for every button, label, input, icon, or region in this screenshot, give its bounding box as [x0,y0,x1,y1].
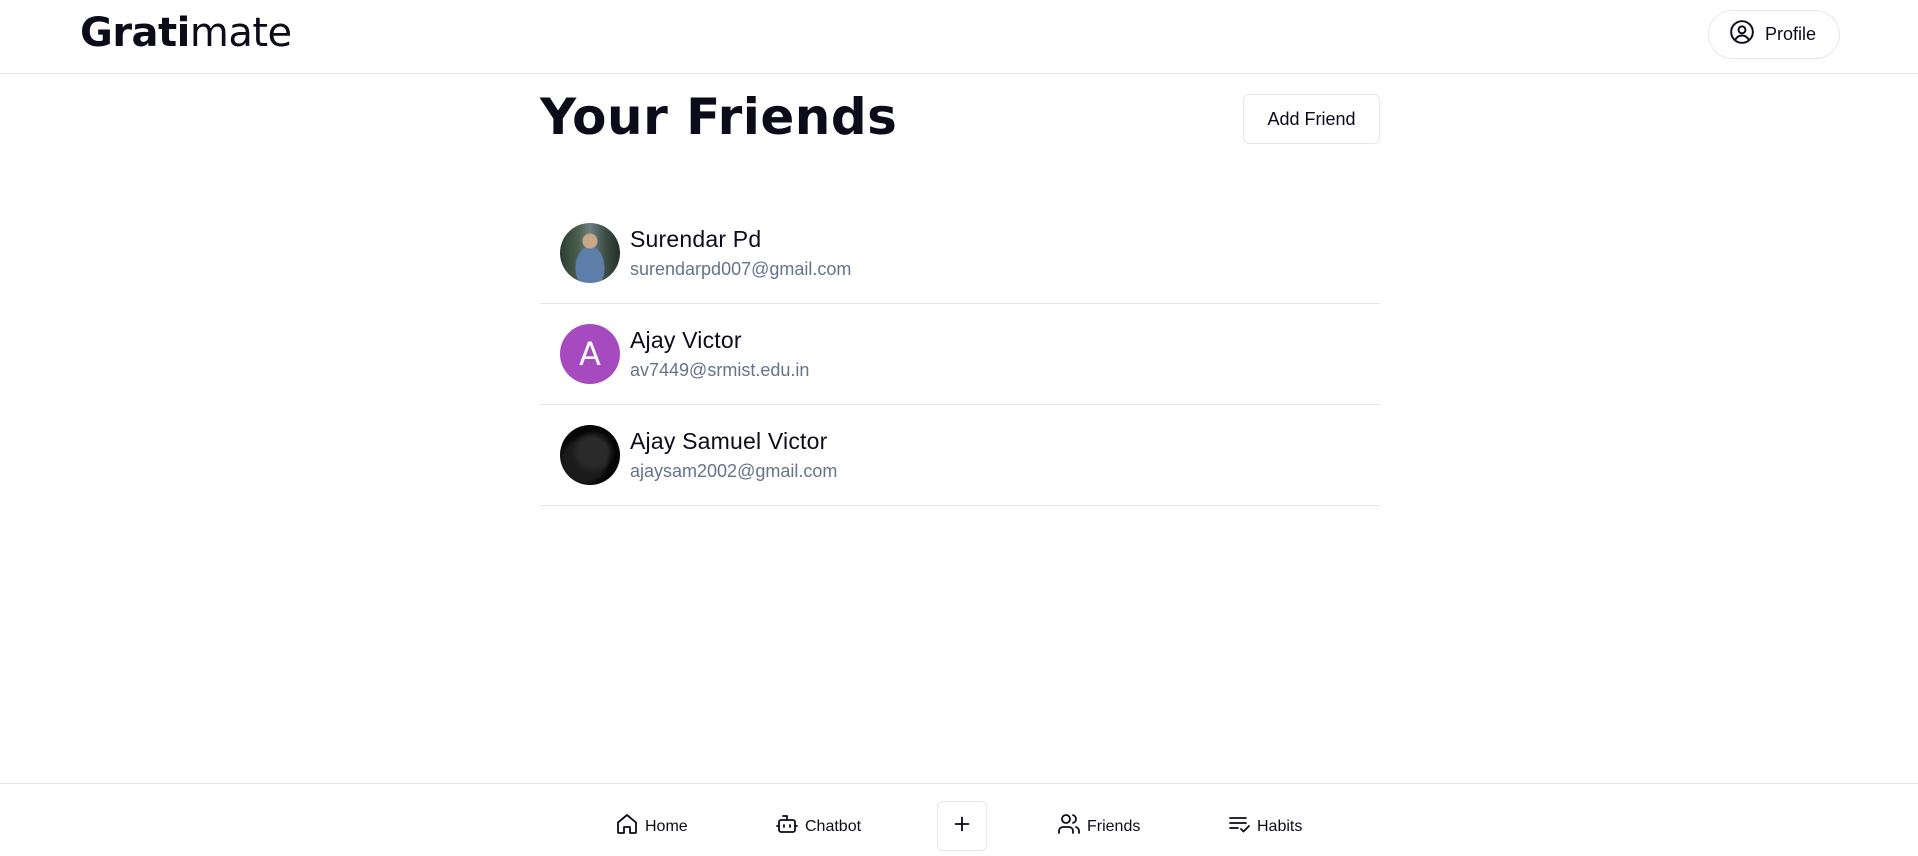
nav-habits-label: Habits [1257,817,1303,835]
friend-info: Ajay Victor av7449@srmist.edu.in [630,327,809,381]
friend-info: Surendar Pd surendarpd007@gmail.com [630,226,851,280]
friend-email: surendarpd007@gmail.com [630,259,852,279]
profile-button[interactable]: Profile [1708,10,1840,59]
user-circle-icon [1729,19,1755,50]
nav-home[interactable]: Home [615,812,688,841]
avatar [560,223,620,283]
nav-chatbot[interactable]: Chatbot [775,812,861,841]
add-button[interactable] [937,801,987,851]
profile-label: Profile [1765,24,1817,44]
friend-email: ajaysam2002@gmail.com [630,461,838,481]
plus-icon [951,813,973,840]
nav-chatbot-label: Chatbot [805,817,862,835]
logo-light-text: mate [189,10,292,56]
nav-home-label: Home [645,817,688,835]
avatar: A [560,324,620,384]
nav-friends[interactable]: Friends [1057,812,1140,841]
logo-bold-text: Grati [80,10,190,56]
list-check-icon [1227,812,1251,841]
friend-email: av7449@srmist.edu.in [630,360,810,380]
friend-name: Surendar Pd [630,226,762,252]
friend-list-item[interactable]: A Ajay Victor av7449@srmist.edu.in [540,304,1380,405]
app-root: Gratimate Profile Your Friends Add Frien… [0,0,1918,856]
avatar [560,425,620,485]
users-icon [1057,812,1081,841]
bottom-nav: Home Chatbot Friends Habits [0,783,1918,856]
page-title: Your Friends [540,88,898,146]
nav-friends-label: Friends [1087,817,1141,835]
friend-name: Ajay Victor [630,327,742,353]
friend-name: Ajay Samuel Victor [630,428,828,454]
top-header: Gratimate Profile [0,0,1918,74]
app-logo[interactable]: Gratimate [80,10,292,56]
friend-list-item[interactable]: Surendar Pd surendarpd007@gmail.com [540,203,1380,304]
add-friend-button[interactable]: Add Friend [1243,94,1380,144]
friend-info: Ajay Samuel Victor ajaysam2002@gmail.com [630,428,837,482]
home-icon [615,812,639,841]
friend-list-item[interactable]: Ajay Samuel Victor ajaysam2002@gmail.com [540,405,1380,506]
bot-icon [775,812,799,841]
nav-habits[interactable]: Habits [1227,812,1302,841]
friend-list: Surendar Pd surendarpd007@gmail.com A Aj… [540,203,1380,506]
